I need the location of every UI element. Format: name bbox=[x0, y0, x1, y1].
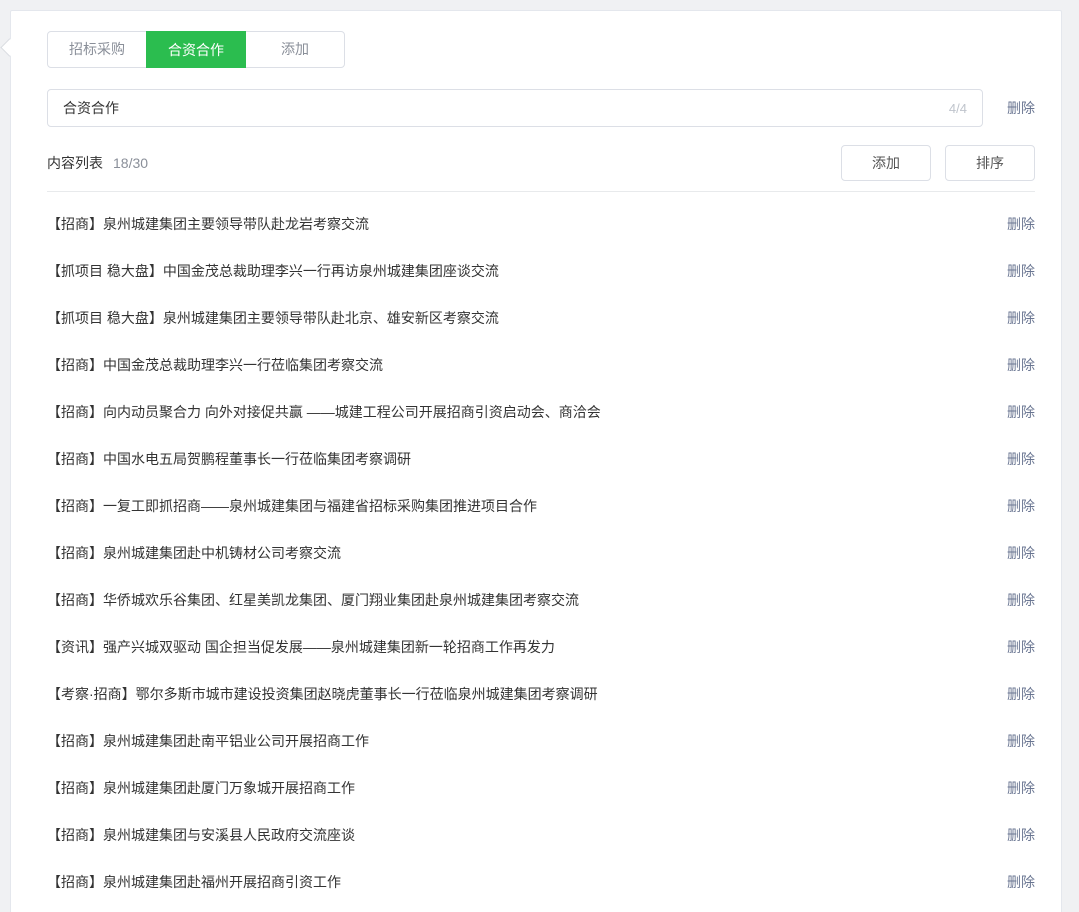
delete-item-link[interactable]: 删除 bbox=[1007, 778, 1035, 798]
delete-item-link[interactable]: 删除 bbox=[1007, 684, 1035, 704]
delete-category-link[interactable]: 删除 bbox=[1007, 98, 1035, 118]
list-item: 【招商】泉州城建集团主要领导带队赴龙岩考察交流 删除 bbox=[47, 200, 1035, 247]
list-item: 【招商】泉州城建集团与安溪县人民政府交流座谈 删除 bbox=[47, 811, 1035, 858]
list-item: 【招商】一复工即抓招商——泉州城建集团与福建省招标采购集团推进项目合作 删除 bbox=[47, 482, 1035, 529]
category-name-field: 4/4 bbox=[47, 89, 983, 127]
item-title: 【招商】华侨城欢乐谷集团、红星美凯龙集团、厦门翔业集团赴泉州城建集团考察交流 bbox=[47, 590, 983, 610]
list-item: 【资讯】强产兴城双驱动 国企担当促发展——泉州城建集团新一轮招商工作再发力 删除 bbox=[47, 623, 1035, 670]
tab-add[interactable]: 添加 bbox=[245, 31, 345, 68]
list-item: 【招商】泉州城建集团赴南平铝业公司开展招商工作 删除 bbox=[47, 717, 1035, 764]
item-title: 【招商】一复工即抓招商——泉州城建集团与福建省招标采购集团推进项目合作 bbox=[47, 496, 983, 516]
list-item: 【招商】泉州城建集团赴厦门万象城开展招商工作 删除 bbox=[47, 764, 1035, 811]
item-title: 【招商】泉州城建集团赴中机铸材公司考察交流 bbox=[47, 543, 983, 563]
add-item-button[interactable]: 添加 bbox=[841, 145, 931, 181]
list-item: 【招商】泉州城建集团赴中机铸材公司考察交流 删除 bbox=[47, 529, 1035, 576]
item-title: 【抓项目 稳大盘】泉州城建集团主要领导带队赴北京、雄安新区考察交流 bbox=[47, 308, 983, 328]
delete-item-link[interactable]: 删除 bbox=[1007, 355, 1035, 375]
delete-item-link[interactable]: 删除 bbox=[1007, 261, 1035, 281]
list-item: 【招商】泉州城建集团赴福州开展招商引资工作 删除 bbox=[47, 858, 1035, 905]
delete-item-link[interactable]: 删除 bbox=[1007, 590, 1035, 610]
list-title: 内容列表 bbox=[47, 153, 103, 173]
item-title: 【考察·招商】鄂尔多斯市城市建设投资集团赵晓虎董事长一行莅临泉州城建集团考察调研 bbox=[47, 684, 983, 704]
list-item: 【招商】中国水电五局贺鹏程董事长一行莅临集团考察调研 删除 bbox=[47, 435, 1035, 482]
list-item: 【抓项目 稳大盘】中国金茂总裁助理李兴一行再访泉州城建集团座谈交流 删除 bbox=[47, 247, 1035, 294]
delete-item-link[interactable]: 删除 bbox=[1007, 637, 1035, 657]
delete-item-link[interactable]: 删除 bbox=[1007, 402, 1035, 422]
item-title: 【招商】泉州城建集团与安溪县人民政府交流座谈 bbox=[47, 825, 983, 845]
divider bbox=[47, 191, 1035, 192]
list-item: 【招商】华侨城欢乐谷集团、红星美凯龙集团、厦门翔业集团赴泉州城建集团考察交流 删除 bbox=[47, 576, 1035, 623]
tab-joint-venture[interactable]: 合资合作 bbox=[146, 31, 246, 68]
item-title: 【招商】泉州城建集团赴南平铝业公司开展招商工作 bbox=[47, 731, 983, 751]
delete-item-link[interactable]: 删除 bbox=[1007, 731, 1035, 751]
list-item: 【招商】中国金茂总裁助理李兴一行莅临集团考察交流 删除 bbox=[47, 341, 1035, 388]
content-panel: 招标采购 合资合作 添加 4/4 删除 内容列表 18/30 添加 排序 【招商… bbox=[10, 10, 1062, 912]
char-counter: 4/4 bbox=[949, 101, 967, 116]
category-name-input[interactable] bbox=[63, 100, 939, 116]
delete-item-link[interactable]: 删除 bbox=[1007, 825, 1035, 845]
category-tabs: 招标采购 合资合作 添加 bbox=[47, 31, 1035, 68]
list-count: 18/30 bbox=[113, 155, 148, 171]
item-title: 【招商】泉州城建集团赴厦门万象城开展招商工作 bbox=[47, 778, 983, 798]
list-item: 【考察·招商】鄂尔多斯市城市建设投资集团赵晓虎董事长一行莅临泉州城建集团考察调研… bbox=[47, 670, 1035, 717]
list-item: 【抓项目 稳大盘】泉州城建集团主要领导带队赴北京、雄安新区考察交流 删除 bbox=[47, 294, 1035, 341]
item-title: 【招商】中国金茂总裁助理李兴一行莅临集团考察交流 bbox=[47, 355, 983, 375]
delete-item-link[interactable]: 删除 bbox=[1007, 496, 1035, 516]
item-title: 【招商】中国水电五局贺鹏程董事长一行莅临集团考察调研 bbox=[47, 449, 983, 469]
item-title: 【招商】泉州城建集团赴福州开展招商引资工作 bbox=[47, 872, 983, 892]
list-header: 内容列表 18/30 添加 排序 bbox=[47, 145, 1035, 181]
item-title: 【招商】向内动员聚合力 向外对接促共赢 ——城建工程公司开展招商引资启动会、商洽… bbox=[47, 402, 983, 422]
category-name-row: 4/4 删除 bbox=[47, 89, 1035, 127]
delete-item-link[interactable]: 删除 bbox=[1007, 543, 1035, 563]
sort-button[interactable]: 排序 bbox=[945, 145, 1035, 181]
tab-bidding-procurement[interactable]: 招标采购 bbox=[47, 31, 147, 68]
item-title: 【资讯】强产兴城双驱动 国企担当促发展——泉州城建集团新一轮招商工作再发力 bbox=[47, 637, 983, 657]
delete-item-link[interactable]: 删除 bbox=[1007, 449, 1035, 469]
delete-item-link[interactable]: 删除 bbox=[1007, 214, 1035, 234]
delete-item-link[interactable]: 删除 bbox=[1007, 872, 1035, 892]
item-title: 【招商】泉州城建集团主要领导带队赴龙岩考察交流 bbox=[47, 214, 983, 234]
delete-item-link[interactable]: 删除 bbox=[1007, 308, 1035, 328]
content-list: 【招商】泉州城建集团主要领导带队赴龙岩考察交流删除【抓项目 稳大盘】中国金茂总裁… bbox=[47, 200, 1035, 905]
list-item: 【招商】向内动员聚合力 向外对接促共赢 ——城建工程公司开展招商引资启动会、商洽… bbox=[47, 388, 1035, 435]
item-title: 【抓项目 稳大盘】中国金茂总裁助理李兴一行再访泉州城建集团座谈交流 bbox=[47, 261, 983, 281]
